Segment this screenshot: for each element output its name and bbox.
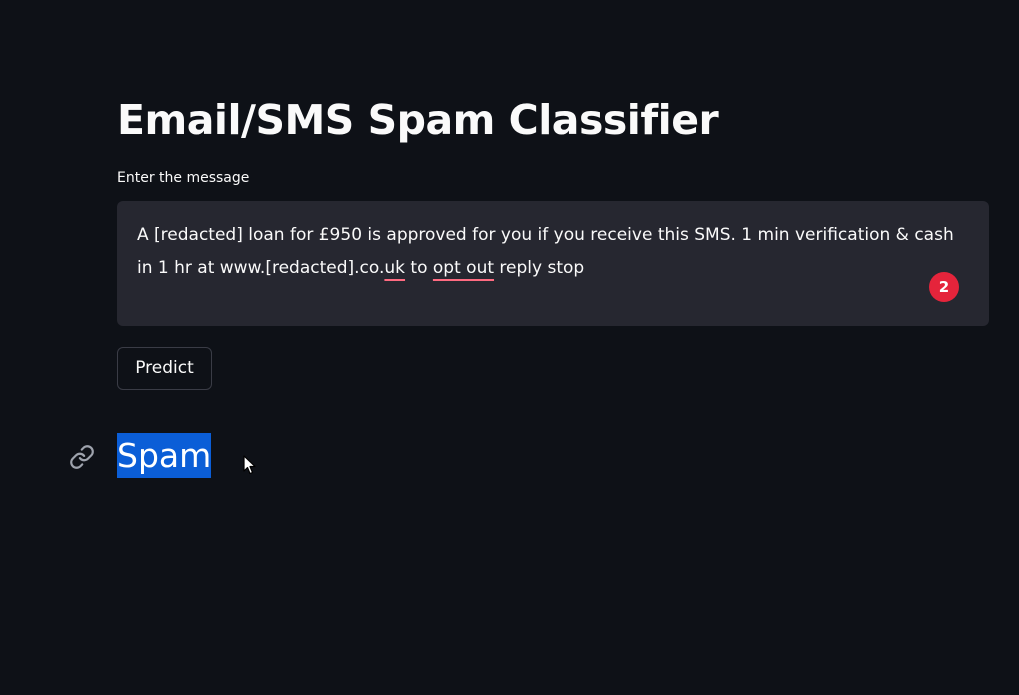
message-text-part: reply stop — [494, 258, 585, 278]
message-textarea[interactable]: A [redacted] loan for £950 is approved f… — [117, 201, 989, 326]
page-title: Email/SMS Spam Classifier — [117, 96, 719, 144]
mouse-pointer-icon — [243, 455, 257, 475]
prediction-result: Spam — [117, 433, 212, 478]
spellcheck-flagged-word[interactable]: uk — [384, 258, 405, 278]
link-icon[interactable] — [69, 444, 95, 470]
message-text-part: to — [405, 258, 433, 278]
message-text[interactable]: A [redacted] loan for £950 is approved f… — [137, 219, 969, 285]
message-input-label: Enter the message — [117, 170, 250, 186]
spellcheck-flagged-phrase[interactable]: opt out — [433, 258, 494, 278]
grammar-suggestions-badge[interactable]: 2 — [929, 272, 959, 302]
predict-button[interactable]: Predict — [117, 347, 212, 390]
